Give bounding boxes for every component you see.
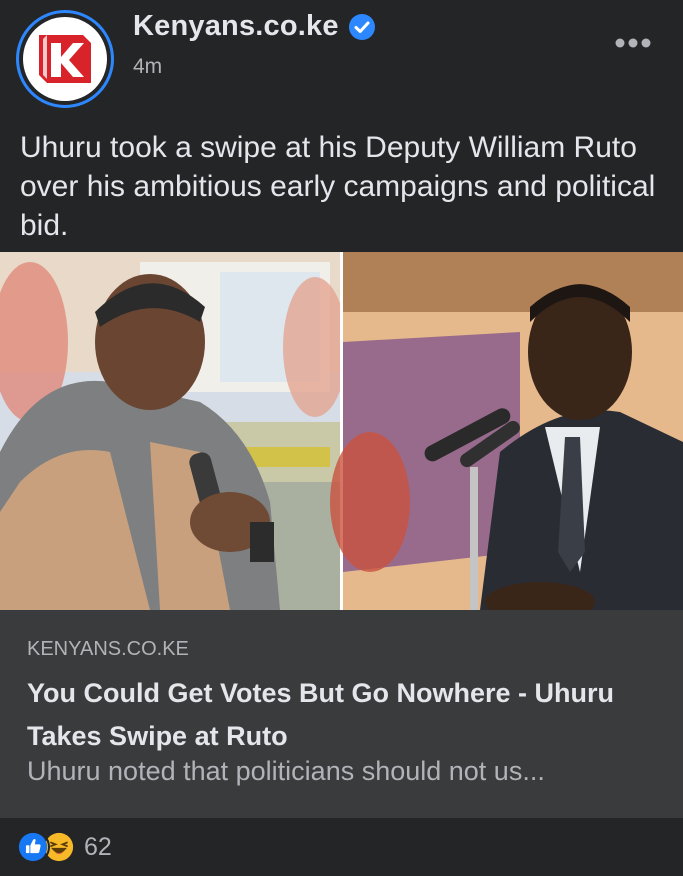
- page-name-link[interactable]: Kenyans.co.ke: [133, 10, 375, 43]
- post-header: Kenyans.co.ke 4m: [0, 0, 683, 120]
- post-timestamp[interactable]: 4m: [133, 55, 162, 79]
- reactions-summary[interactable]: 62: [16, 828, 112, 866]
- kenyans-logo: [23, 17, 107, 101]
- link-preview-image[interactable]: [0, 252, 683, 610]
- link-preview-card[interactable]: KENYANS.CO.KE You Could Get Votes But Go…: [0, 610, 683, 818]
- more-options-icon[interactable]: [608, 28, 658, 58]
- like-icon: [16, 830, 50, 864]
- verified-badge-icon: [348, 13, 375, 40]
- link-title: You Could Get Votes But Go Nowhere - Uhu…: [27, 678, 614, 751]
- link-domain: KENYANS.CO.KE: [27, 638, 189, 660]
- reaction-count: 62: [84, 832, 112, 861]
- page-avatar[interactable]: [16, 10, 114, 108]
- page-name: Kenyans.co.ke: [133, 10, 339, 42]
- link-description: Uhuru noted that politicians should not …: [27, 756, 545, 786]
- post-text: Uhuru took a swipe at his Deputy William…: [20, 131, 656, 242]
